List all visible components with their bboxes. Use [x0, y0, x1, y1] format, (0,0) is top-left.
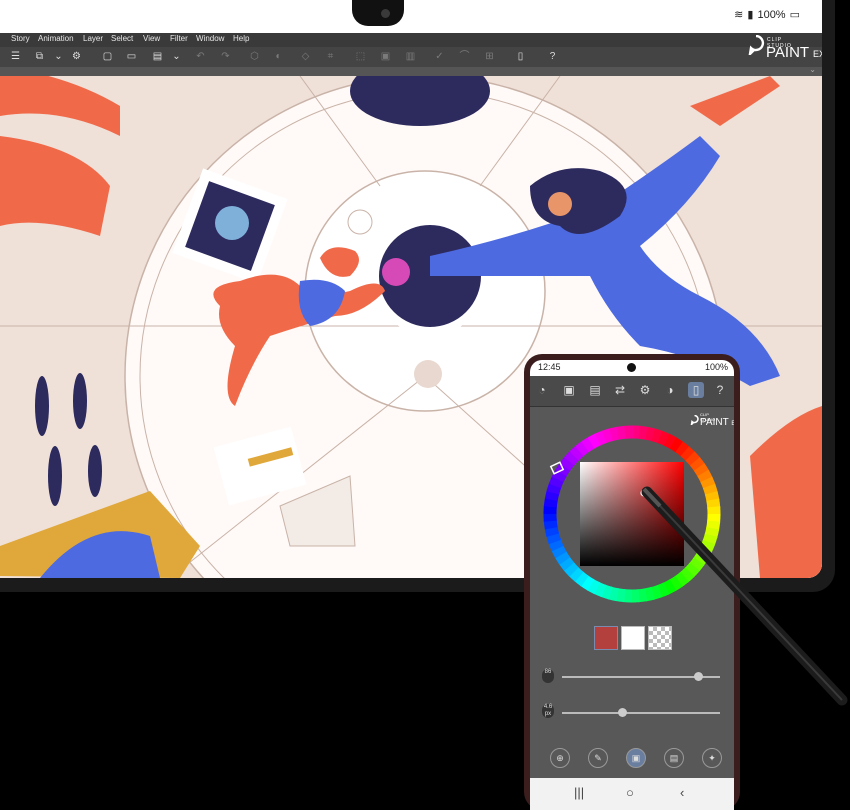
- s-pen-stylus: [641, 486, 848, 706]
